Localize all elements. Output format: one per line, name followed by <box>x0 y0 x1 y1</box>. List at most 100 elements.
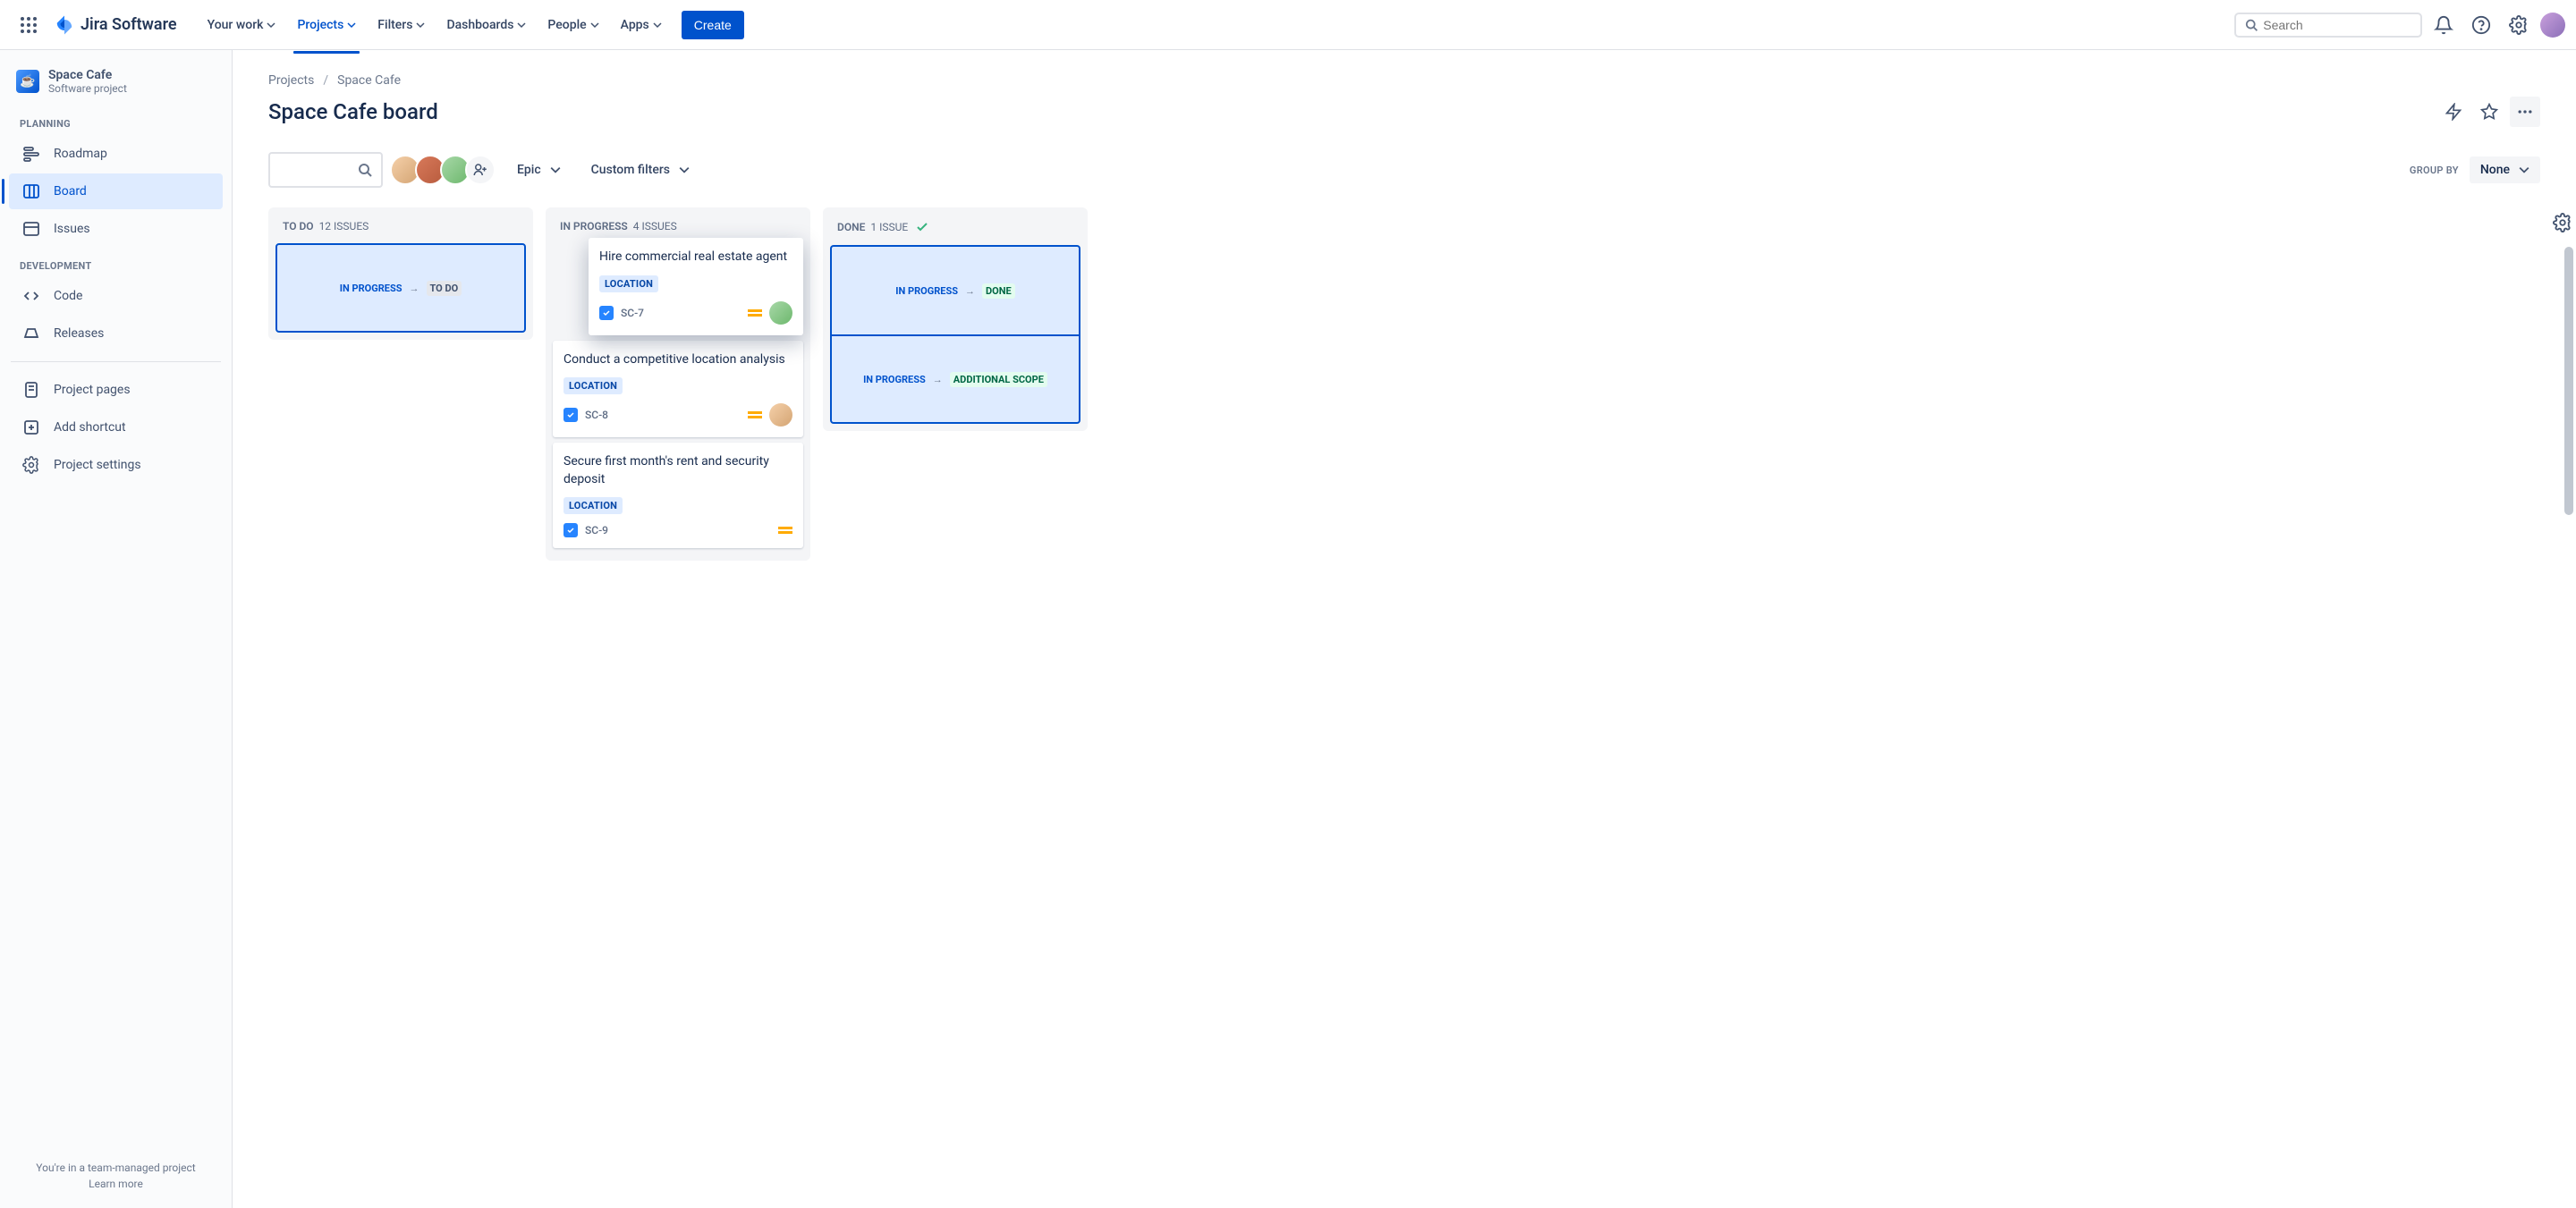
create-button[interactable]: Create <box>682 11 744 39</box>
card-title: Conduct a competitive location analysis <box>564 351 792 369</box>
column-name: DONE <box>837 221 865 233</box>
column-done[interactable]: DONE 1 ISSUE IN PROGRESS → DONE IN PROGR… <box>823 207 1088 431</box>
arrow-icon: → <box>965 285 975 297</box>
nav-label: Your work <box>208 18 264 32</box>
nav-people[interactable]: People <box>538 11 607 39</box>
chevron-down-icon <box>267 21 275 30</box>
issue-card-dragging[interactable]: Hire commercial real estate agent LOCATI… <box>589 238 803 335</box>
task-icon <box>564 523 578 537</box>
roadmap-icon <box>21 144 41 164</box>
board-search[interactable] <box>268 152 383 188</box>
scrollbar-thumb[interactable] <box>2564 247 2573 515</box>
sidebar-label: Add shortcut <box>54 420 126 435</box>
search-box[interactable] <box>2234 13 2422 38</box>
search-input[interactable] <box>2263 18 2411 32</box>
dropzone-additional-scope[interactable]: IN PROGRESS → ADDITIONAL SCOPE <box>830 334 1080 424</box>
project-header[interactable]: ☕ Space Cafe Software project <box>7 68 225 106</box>
top-nav: Jira Software Your work Projects Filters… <box>0 0 2576 50</box>
assignee-avatar[interactable] <box>769 403 792 427</box>
notifications-icon[interactable] <box>2428 9 2460 41</box>
logo-text: Jira Software <box>80 15 177 34</box>
app-switcher-icon[interactable] <box>11 7 47 43</box>
chevron-down-icon <box>2519 165 2529 175</box>
page-title-row: Space Cafe board <box>268 97 2540 127</box>
dropzone-done[interactable]: IN PROGRESS → DONE <box>830 245 1080 334</box>
card-footer: SC-7 <box>599 301 792 325</box>
automation-icon[interactable] <box>2438 97 2469 127</box>
breadcrumb-project[interactable]: Space Cafe <box>337 73 401 88</box>
help-icon[interactable] <box>2465 9 2497 41</box>
chevron-down-icon <box>347 21 356 30</box>
add-people-button[interactable] <box>465 155 496 185</box>
nav-filters[interactable]: Filters <box>369 11 434 39</box>
nav-apps[interactable]: Apps <box>612 11 671 39</box>
column-inprogress[interactable]: IN PROGRESS 4 ISSUES Hire commercial rea… <box>546 207 810 561</box>
sidebar-code[interactable]: Code <box>9 278 223 314</box>
sidebar-label: Code <box>54 289 82 303</box>
sidebar-divider <box>11 361 221 362</box>
footer-text: You're in a team-managed project <box>14 1162 217 1174</box>
scrollbar[interactable] <box>2563 50 2574 1208</box>
column-count: 12 ISSUES <box>319 220 369 232</box>
group-by-label: GROUP BY <box>2410 165 2459 176</box>
breadcrumb: Projects / Space Cafe <box>268 73 2540 88</box>
card-title: Hire commercial real estate agent <box>599 249 792 266</box>
breadcrumb-projects[interactable]: Projects <box>268 73 314 88</box>
more-icon[interactable] <box>2510 97 2540 127</box>
sidebar-label: Roadmap <box>54 147 107 161</box>
profile-avatar[interactable] <box>2540 13 2565 38</box>
pages-icon <box>21 380 41 400</box>
sidebar-releases[interactable]: Releases <box>9 316 223 351</box>
issue-key: SC-8 <box>585 409 608 421</box>
nav-label: People <box>547 18 586 32</box>
card-tag: LOCATION <box>599 275 658 292</box>
chevron-down-icon <box>550 165 561 175</box>
sidebar-board[interactable]: Board <box>9 173 223 209</box>
sidebar-project-settings[interactable]: Project settings <box>9 447 223 483</box>
sidebar-label: Board <box>54 184 87 199</box>
arrow-icon: → <box>410 283 419 294</box>
project-type: Software project <box>48 82 127 95</box>
issue-card[interactable]: Secure first month's rent and security d… <box>553 443 803 548</box>
transition-from: IN PROGRESS <box>895 285 958 297</box>
issue-card[interactable]: Conduct a competitive location analysis … <box>553 341 803 438</box>
nav-label: Dashboards <box>446 18 513 32</box>
filter-label: Custom filters <box>591 163 670 177</box>
group-by-button[interactable]: None <box>2470 156 2540 183</box>
column-count: 4 ISSUES <box>633 220 677 232</box>
learn-more-link[interactable]: Learn more <box>14 1178 217 1190</box>
filter-row: Epic Custom filters GROUP BY None <box>268 152 2540 188</box>
jira-logo[interactable]: Jira Software <box>54 14 177 36</box>
priority-medium-icon <box>778 523 792 537</box>
dropzone-todo[interactable]: IN PROGRESS → TO DO <box>275 243 526 333</box>
topnav-right <box>2234 9 2565 41</box>
sidebar-add-shortcut[interactable]: Add shortcut <box>9 410 223 445</box>
column-todo[interactable]: TO DO 12 ISSUES IN PROGRESS → TO DO <box>268 207 533 340</box>
search-icon <box>358 163 372 177</box>
nav-projects[interactable]: Projects <box>288 11 365 39</box>
custom-filters[interactable]: Custom filters <box>582 156 699 184</box>
nav-dashboards[interactable]: Dashboards <box>437 11 535 39</box>
card-tag: LOCATION <box>564 377 623 394</box>
settings-icon[interactable] <box>2503 9 2535 41</box>
chevron-down-icon <box>590 21 599 30</box>
sidebar-issues[interactable]: Issues <box>9 211 223 247</box>
project-icon: ☕ <box>16 70 39 93</box>
chevron-down-icon <box>517 21 526 30</box>
chevron-down-icon <box>679 165 690 175</box>
sidebar-project-pages[interactable]: Project pages <box>9 372 223 408</box>
sidebar-roadmap[interactable]: Roadmap <box>9 136 223 172</box>
assignee-avatar[interactable] <box>769 301 792 325</box>
code-icon <box>21 286 41 306</box>
star-icon[interactable] <box>2474 97 2504 127</box>
column-name: IN PROGRESS <box>560 220 628 232</box>
transition-from: IN PROGRESS <box>340 283 402 294</box>
check-icon <box>915 220 929 234</box>
sidebar-label: Issues <box>54 222 90 236</box>
priority-medium-icon <box>748 306 762 320</box>
transition-from: IN PROGRESS <box>863 374 926 385</box>
nav-your-work[interactable]: Your work <box>199 11 285 39</box>
page-actions <box>2438 97 2540 127</box>
epic-filter[interactable]: Epic <box>508 156 570 184</box>
nav-label: Projects <box>297 18 343 32</box>
